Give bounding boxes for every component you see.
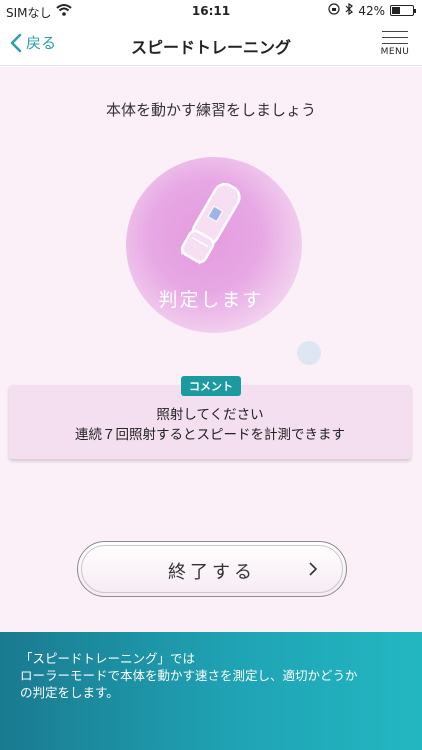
comment-line-1: 照射してください	[156, 407, 264, 423]
comment-box: 照射してください 連続７回照射するとスピードを計測できます	[9, 385, 411, 459]
footer-line-1: 「スピードトレーニング」では	[20, 651, 196, 666]
description-footer: 「スピードトレーニング」では ローラーモードで本体を動かす速さを測定し、適切かど…	[0, 632, 422, 750]
bluetooth-icon	[345, 2, 354, 18]
footer-line-2: ローラーモードで本体を動かす速さを測定し、適切かどうか	[20, 668, 358, 683]
comment-badge-wrap: コメント	[0, 375, 422, 396]
chevron-right-icon	[308, 560, 318, 582]
battery-percent: 42%	[358, 3, 385, 18]
end-button[interactable]: 終了する	[77, 541, 347, 597]
judge-status-text: 判定します	[158, 289, 264, 311]
orientation-lock-icon	[328, 3, 340, 18]
menu-icon	[382, 31, 408, 32]
menu-label: MENU	[380, 47, 410, 57]
indicator-dot	[297, 341, 321, 365]
training-panel: 本体を動かす練習をしましょう 判定します 照射してください 連続７回照射するとス…	[0, 67, 422, 632]
end-button-label: 終了する	[168, 562, 256, 583]
navigation-bar: 戻る スピードトレーニング MENU	[0, 24, 422, 66]
comment-line-2: 連続７回照射するとスピードを計測できます	[75, 427, 345, 443]
status-bar: SIMなし 16:11 42%	[0, 0, 422, 24]
menu-button[interactable]: MENU	[378, 26, 412, 57]
page-title: スピードトレーニング	[130, 38, 291, 57]
battery-icon	[390, 5, 416, 16]
status-icons: 42%	[328, 2, 416, 18]
footer-line-3: の判定をします。	[20, 685, 119, 700]
comment-badge: コメント	[181, 376, 241, 396]
battery-fill	[392, 7, 401, 14]
device-icon	[160, 177, 260, 281]
instruction-text: 本体を動かす練習をしましょう	[105, 101, 316, 119]
